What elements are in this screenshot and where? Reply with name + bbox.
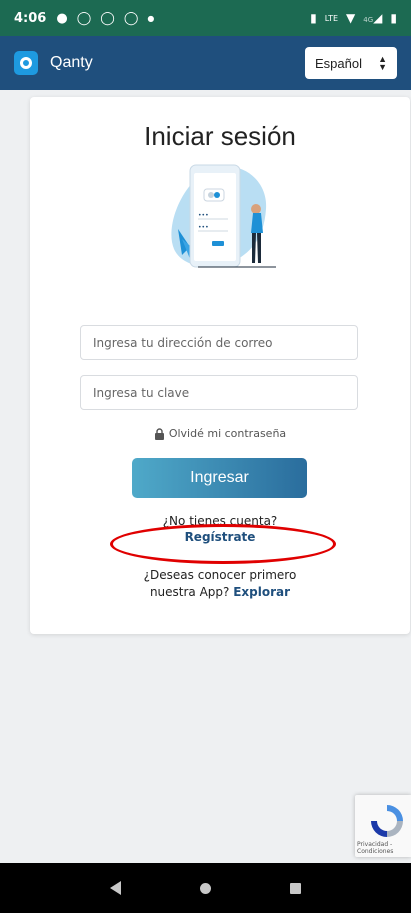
back-icon[interactable] — [109, 881, 121, 895]
language-select[interactable]: Español ▲ ▼ — [305, 47, 397, 79]
status-time: 4:06 — [14, 10, 47, 26]
volte-icon: LTE — [324, 13, 339, 23]
explore-line-2: nuestra App? Explorar — [30, 584, 410, 601]
forgot-password-link[interactable]: Olvidé mi contraseña — [30, 427, 410, 440]
password-input[interactable] — [93, 385, 357, 400]
facebook-icon: ◯ — [100, 10, 115, 26]
vibrate-icon: ▮ — [310, 11, 317, 25]
explore-link[interactable]: Explorar — [233, 585, 290, 599]
forgot-password-label: Olvidé mi contraseña — [168, 427, 287, 440]
lock-icon — [154, 427, 164, 440]
svg-text:•••: ••• — [198, 212, 209, 219]
system-nav-bar — [0, 863, 411, 913]
highlight-ellipse — [110, 524, 336, 564]
app-bar: Qanty Español ▲ ▼ — [0, 36, 411, 90]
status-bar: 4:06 ● ◯ ◯ ◯ ● ▮ LTE ▼ 4G◢ ▮ — [0, 0, 411, 36]
facebook-icon: ◯ — [123, 10, 139, 26]
recaptcha-icon — [371, 805, 403, 837]
home-icon[interactable] — [199, 882, 211, 894]
explore-line-2-text: nuestra App? — [149, 585, 230, 599]
chat-icon: ● — [56, 10, 68, 26]
battery-icon: ▮ — [390, 11, 397, 25]
recaptcha-badge[interactable]: Privacidad - Condiciones — [355, 795, 411, 857]
language-value: Español — [315, 55, 362, 71]
qanty-logo-icon — [14, 51, 38, 75]
dot-icon: ● — [147, 13, 155, 23]
wifi-icon: ▼ — [346, 11, 356, 25]
explore-line-1: ¿Deseas conocer primero — [143, 568, 297, 582]
page-title: Iniciar sesión — [144, 121, 296, 151]
email-field[interactable] — [80, 325, 358, 360]
brand-name: Qanty — [50, 54, 93, 71]
whatsapp-icon: ◯ — [76, 10, 92, 26]
email-input[interactable] — [93, 335, 357, 350]
login-illustration: ••• ••• — [171, 164, 276, 268]
login-button[interactable]: Ingresar — [132, 458, 307, 498]
network-label: 4G — [363, 16, 374, 24]
notification-icons: ● ◯ ◯ ◯ ● — [56, 11, 154, 26]
svg-text:•••: ••• — [198, 224, 209, 231]
select-arrows-icon: ▲ ▼ — [378, 54, 387, 72]
recaptcha-terms[interactable]: Privacidad - Condiciones — [357, 841, 409, 855]
signal-4g-icon: 4G◢ — [363, 11, 383, 25]
explore-text: ¿Deseas conocer primero nuestra App? Exp… — [30, 567, 410, 601]
page-content: Iniciar sesión ••• ••• Ingresa tu direcc… — [0, 90, 411, 863]
password-field[interactable] — [80, 375, 358, 410]
recent-apps-icon[interactable] — [290, 882, 302, 894]
system-icons: ▮ LTE ▼ 4G◢ ▮ — [310, 11, 397, 25]
